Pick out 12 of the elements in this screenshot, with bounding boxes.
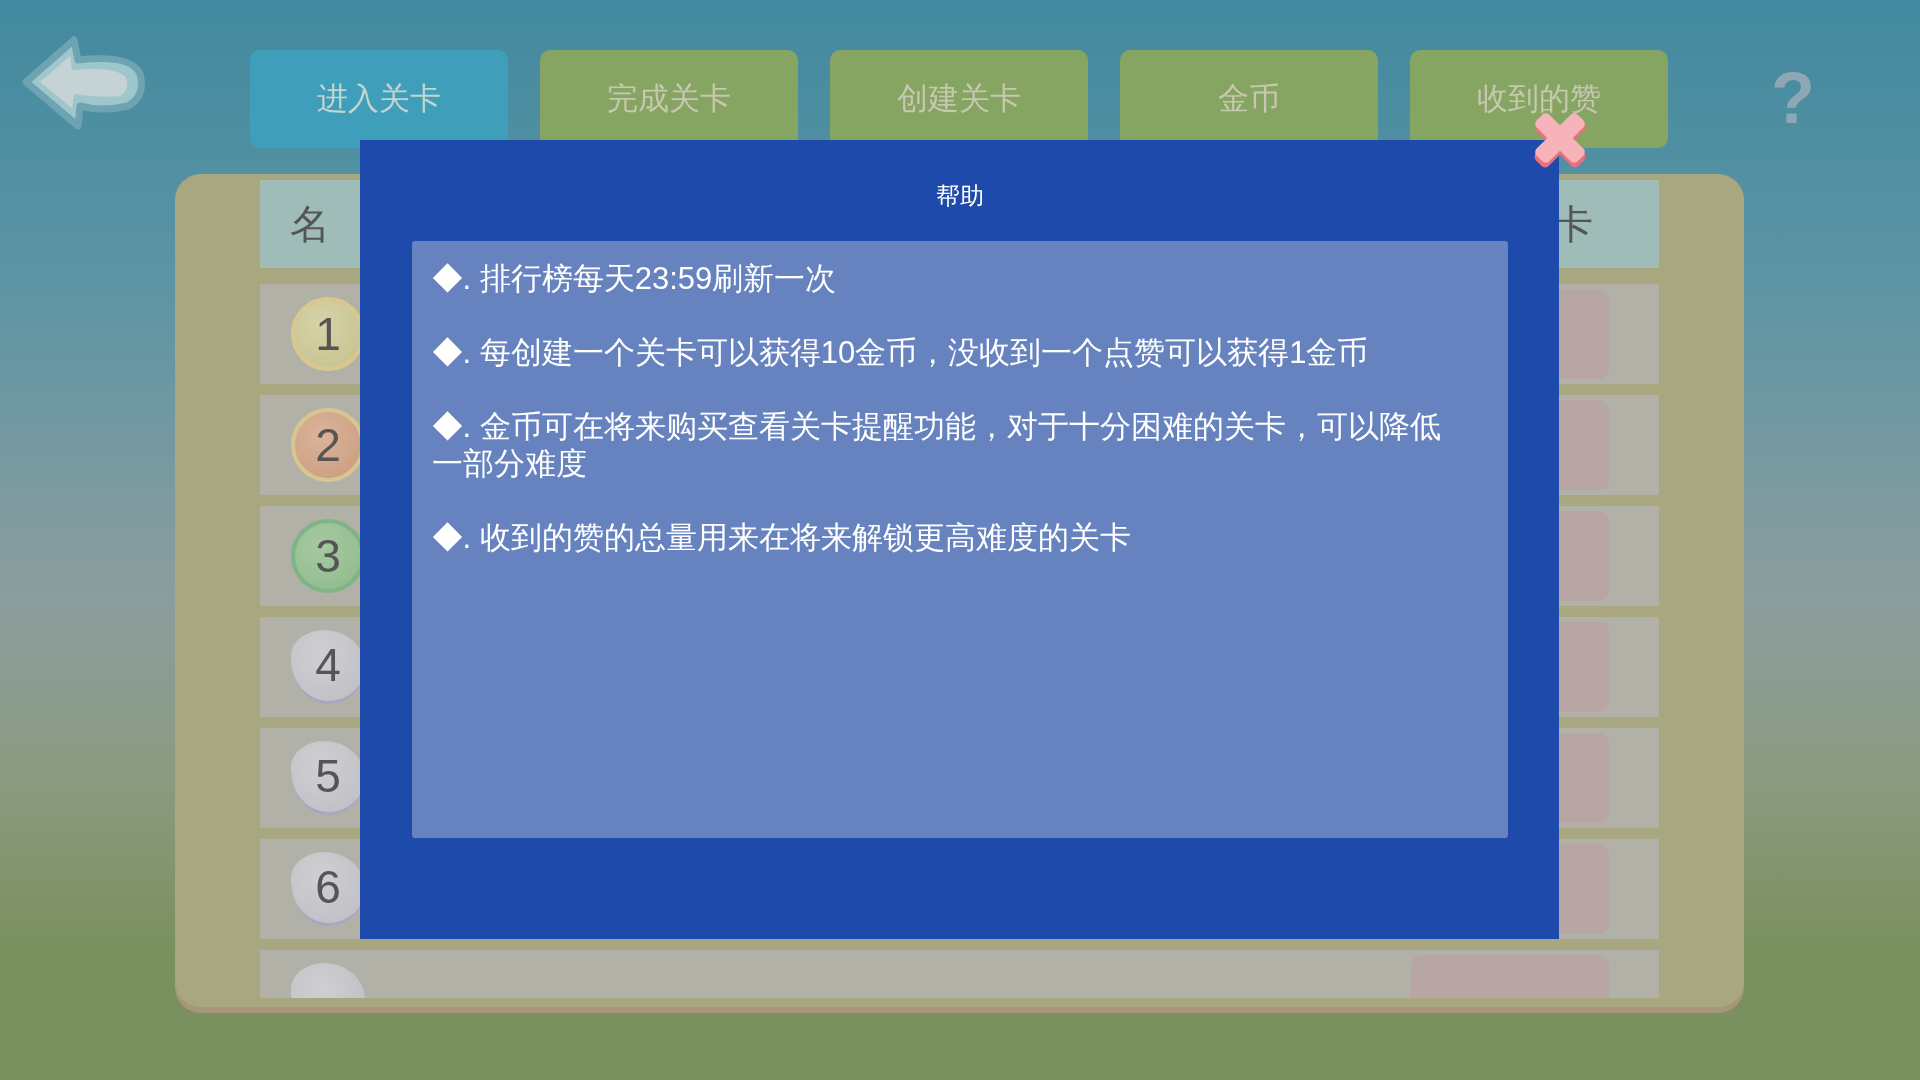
column-header: 卡 bbox=[1553, 201, 1593, 248]
back-button[interactable] bbox=[22, 34, 147, 132]
help-button[interactable]: ? bbox=[1768, 58, 1818, 138]
column-header: 名 bbox=[290, 201, 330, 248]
left-arrow-icon bbox=[22, 34, 147, 132]
help-paragraph: ◆. 排行榜每天23:59刷新一次 bbox=[431, 260, 838, 297]
help-paragraph: ◆. 金币可在将来购买查看关卡提醒功能，对于十分困难的关卡，可以降低一部分难度 bbox=[431, 408, 1442, 482]
dialog-title: 帮助 bbox=[935, 181, 984, 211]
tab[interactable]: 收到的赞 bbox=[1410, 50, 1668, 148]
help-paragraph: ◆. 每创建一个关卡可以获得10金币，没收到一个点赞可以获得1金币 bbox=[431, 334, 1370, 371]
help-paragraph: ◆. 收到的赞的总量用来在将来解锁更高难度的关卡 bbox=[431, 519, 1132, 556]
tab[interactable]: 进入关卡 bbox=[250, 50, 508, 148]
